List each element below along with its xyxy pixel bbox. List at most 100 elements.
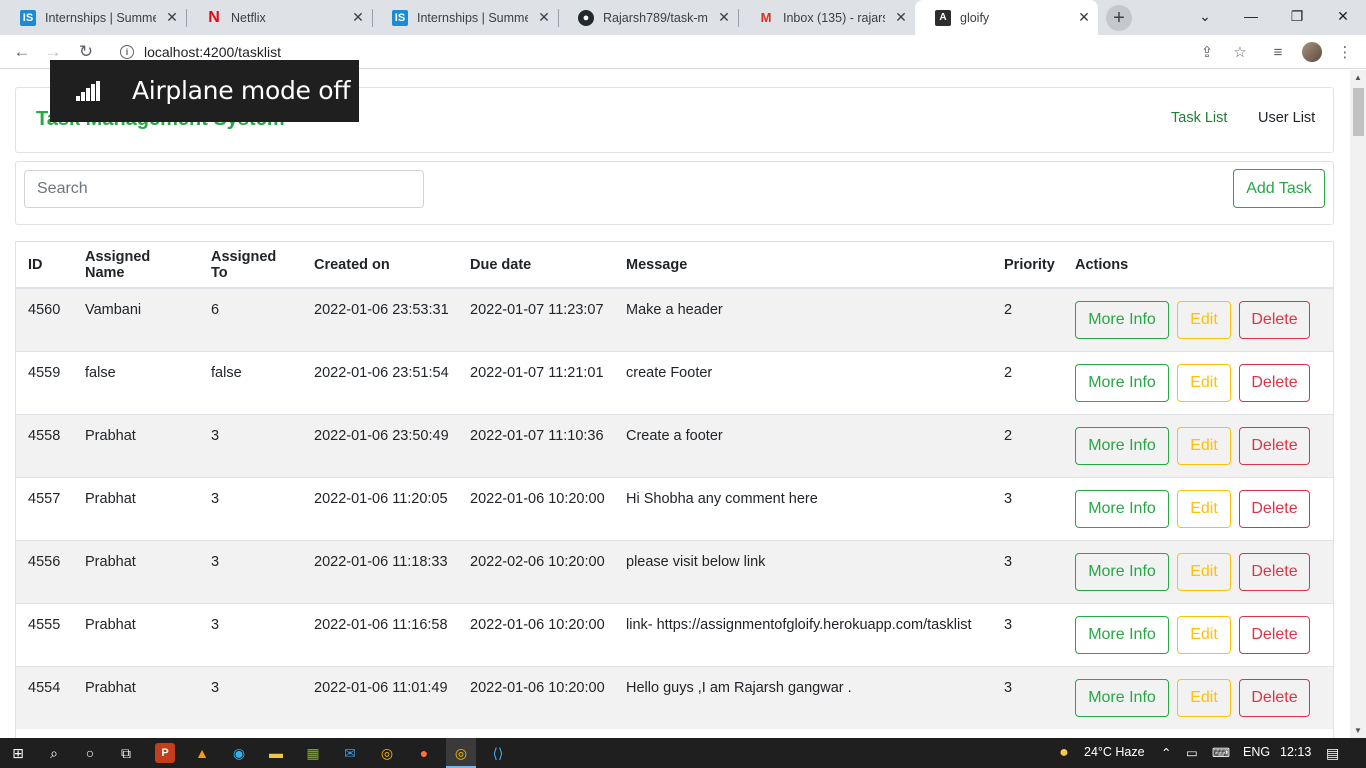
info-icon[interactable]: i bbox=[120, 45, 134, 59]
edit-button[interactable]: Edit bbox=[1177, 678, 1231, 717]
back-icon[interactable]: ← bbox=[9, 39, 35, 65]
scroll-down-icon[interactable]: ▼ bbox=[1354, 726, 1362, 735]
new-tab-button[interactable]: + bbox=[1106, 5, 1132, 31]
tab-search-icon[interactable]: ⌄ bbox=[1182, 0, 1228, 32]
clock[interactable]: 12:13 bbox=[1280, 745, 1311, 759]
reading-list-icon[interactable]: ≡ bbox=[1267, 41, 1289, 63]
tab-title: Internships | Summer I bbox=[417, 10, 528, 25]
firefox-icon[interactable]: ● bbox=[414, 743, 434, 763]
tab-close-icon[interactable]: ✕ bbox=[350, 9, 366, 26]
search-input[interactable] bbox=[24, 170, 424, 208]
browser-tab[interactable]: Agloify ✕ bbox=[915, 0, 1098, 35]
header-assigned-name: Assigned Name bbox=[73, 242, 199, 289]
edit-button[interactable]: Edit bbox=[1177, 426, 1231, 465]
tab-title: Netflix bbox=[231, 10, 266, 25]
browser-menu-icon[interactable]: ⋮ bbox=[1334, 41, 1356, 63]
vlc-icon[interactable]: ▲ bbox=[192, 743, 212, 763]
table-row: 4560 Vambani 6 2022-01-06 23:53:31 2022-01-0… bbox=[16, 287, 1333, 351]
github-icon: ● bbox=[578, 9, 594, 26]
tab-close-icon[interactable]: ✕ bbox=[716, 9, 732, 26]
powerpoint-icon[interactable]: P bbox=[155, 743, 175, 763]
delete-button[interactable]: Delete bbox=[1239, 363, 1310, 402]
file-explorer-icon[interactable]: ▬ bbox=[266, 743, 286, 763]
battery-icon[interactable]: ▭ bbox=[1186, 745, 1198, 760]
delete-button[interactable]: Delete bbox=[1239, 552, 1310, 591]
tab-close-icon[interactable]: ✕ bbox=[536, 9, 552, 26]
cortana-icon[interactable]: ○ bbox=[80, 743, 100, 763]
more-info-button[interactable]: More Info bbox=[1075, 489, 1169, 528]
tab-title: Rajarsh789/task-mana bbox=[603, 10, 708, 25]
more-info-button[interactable]: More Info bbox=[1075, 426, 1169, 465]
windows-start-icon[interactable]: ⊞ bbox=[8, 743, 28, 763]
browser-tab[interactable]: ● Rajarsh789/task-mana ✕ bbox=[558, 0, 738, 35]
restore-icon[interactable]: ❐ bbox=[1274, 0, 1320, 32]
cell-priority: 2 bbox=[992, 413, 1063, 477]
profile-avatar[interactable] bbox=[1302, 42, 1322, 62]
chrome-icon[interactable]: ◎ bbox=[377, 743, 397, 763]
signal-icon bbox=[76, 81, 100, 101]
language-indicator[interactable]: ENG bbox=[1243, 745, 1270, 759]
cell-message: Hello guys ,I am Rajarsh gangwar . bbox=[614, 665, 992, 729]
more-info-button[interactable]: More Info bbox=[1075, 678, 1169, 717]
cell-actions: More Info Edit Delete bbox=[1063, 665, 1333, 729]
tray-chevron-icon[interactable]: ⌃ bbox=[1161, 745, 1171, 760]
edit-button[interactable]: Edit bbox=[1177, 552, 1231, 591]
browser-tab[interactable]: M Inbox (135) - rajarsh.g ✕ bbox=[738, 0, 915, 35]
search-icon[interactable]: ⌕ bbox=[44, 743, 64, 763]
cell-id: 4555 bbox=[16, 602, 73, 666]
table-row: 4557 Prabhat 3 2022-01-06 11:20:05 2022-01-0… bbox=[16, 476, 1333, 540]
tab-close-icon[interactable]: ✕ bbox=[164, 9, 180, 26]
chrome-active-icon[interactable]: ◎ bbox=[451, 743, 471, 763]
delete-button[interactable]: Delete bbox=[1239, 489, 1310, 528]
browser-tab[interactable]: IS Internships | Summer I ✕ bbox=[372, 0, 558, 35]
edit-button[interactable]: Edit bbox=[1177, 301, 1231, 339]
page-scrollbar[interactable]: ▲ ▼ bbox=[1350, 70, 1366, 738]
cell-due-date: 2022-01-06 10:20:00 bbox=[458, 476, 614, 540]
more-info-button[interactable]: More Info bbox=[1075, 615, 1169, 654]
delete-button[interactable]: Delete bbox=[1239, 426, 1310, 465]
more-info-button[interactable]: More Info bbox=[1075, 552, 1169, 591]
share-icon[interactable]: ⇪ bbox=[1196, 41, 1218, 63]
nav-link-task-list[interactable]: Task List bbox=[1171, 110, 1227, 126]
edit-button[interactable]: Edit bbox=[1177, 363, 1231, 402]
notification-icon[interactable]: ▤ bbox=[1326, 745, 1339, 762]
search-bar-card: Add Task bbox=[15, 161, 1334, 225]
delete-button[interactable]: Delete bbox=[1239, 615, 1310, 654]
tab-close-icon[interactable]: ✕ bbox=[893, 9, 909, 26]
task-view-icon[interactable]: ⧉ bbox=[116, 743, 136, 763]
browser-tab[interactable]: IS Internships | Summer I ✕ bbox=[0, 0, 186, 35]
add-task-button[interactable]: Add Task bbox=[1233, 169, 1325, 208]
cell-message: Hi Shobha any comment here bbox=[614, 476, 992, 540]
tab-close-icon[interactable]: ✕ bbox=[1076, 9, 1092, 26]
browser-tab[interactable]: N Netflix ✕ bbox=[186, 0, 372, 35]
weather-text[interactable]: 24°C Haze bbox=[1084, 745, 1145, 759]
more-info-button[interactable]: More Info bbox=[1075, 301, 1169, 339]
bookmark-star-icon[interactable]: ☆ bbox=[1229, 41, 1251, 63]
angular-icon: A bbox=[935, 9, 951, 26]
cell-id: 4557 bbox=[16, 476, 73, 540]
edit-button[interactable]: Edit bbox=[1177, 489, 1231, 528]
weather-icon[interactable]: ● bbox=[1054, 743, 1074, 763]
edge-icon[interactable]: ◉ bbox=[229, 743, 249, 763]
window-close-icon[interactable]: ✕ bbox=[1320, 0, 1366, 32]
scroll-up-icon[interactable]: ▲ bbox=[1354, 73, 1362, 82]
delete-button[interactable]: Delete bbox=[1239, 678, 1310, 717]
scrollbar-thumb[interactable] bbox=[1353, 88, 1364, 136]
cell-id: 4559 bbox=[16, 350, 73, 414]
vscode-icon[interactable]: ⟨⟩ bbox=[488, 743, 508, 763]
cell-created-on: 2022-01-06 23:51:54 bbox=[302, 350, 458, 414]
minimize-icon[interactable]: — bbox=[1228, 0, 1274, 32]
cell-message: Make a header bbox=[614, 287, 992, 351]
cell-due-date: 2022-01-07 11:23:07 bbox=[458, 287, 614, 351]
cell-message: Create a footer bbox=[614, 413, 992, 477]
delete-button[interactable]: Delete bbox=[1239, 301, 1310, 339]
cell-assigned-name: Prabhat bbox=[73, 413, 199, 477]
edit-button[interactable]: Edit bbox=[1177, 615, 1231, 654]
mail-icon[interactable]: ✉ bbox=[340, 743, 360, 763]
nav-link-user-list[interactable]: User List bbox=[1258, 110, 1315, 126]
more-info-button[interactable]: More Info bbox=[1075, 363, 1169, 402]
store-icon[interactable]: ▦ bbox=[303, 743, 323, 763]
task-table-card: ID Assigned Name Assigned To Created on … bbox=[15, 241, 1334, 738]
table-row: 4555 Prabhat 3 2022-01-06 11:16:58 2022-01-0… bbox=[16, 602, 1333, 666]
keyboard-icon[interactable]: ⌨ bbox=[1212, 745, 1230, 760]
